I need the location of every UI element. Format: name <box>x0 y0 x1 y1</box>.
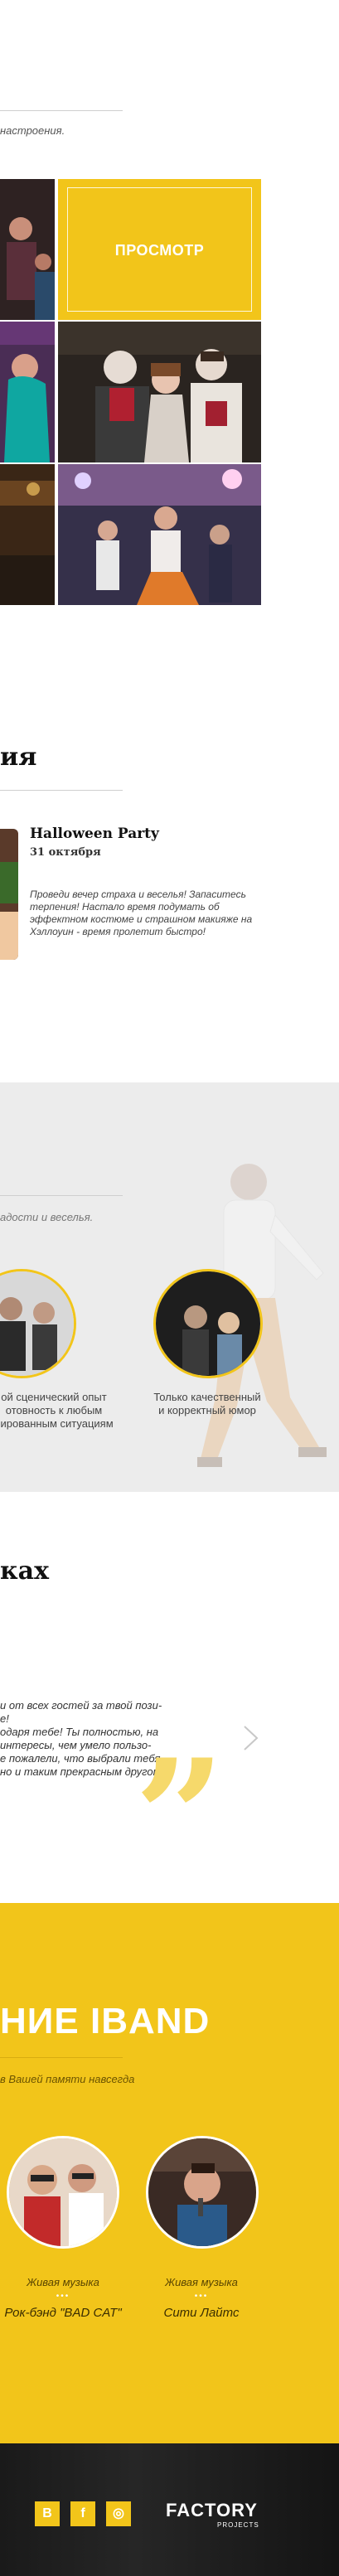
view-gallery-button[interactable]: ПРОСМОТР <box>58 179 261 320</box>
photo-bar-interior <box>0 464 55 605</box>
gallery-photo-1[interactable] <box>0 179 55 320</box>
feature-image-1 <box>0 1269 76 1378</box>
logo-main: FACTORY <box>166 2500 258 2520</box>
features-divider <box>0 1195 123 1196</box>
photo-halloween-event <box>0 829 18 960</box>
band-type-2: Живая музыка <box>165 2276 238 2288</box>
band-divider <box>0 2057 123 2058</box>
feature-caption-2: Только качественный и корректный юмор <box>153 1391 261 1416</box>
band-dots-2: ••• <box>194 2292 209 2301</box>
instagram-icon[interactable]: ◎ <box>106 2501 131 2526</box>
feature-caption-1: ой сценический опыт отовность к любым ни… <box>0 1391 114 1430</box>
photo-dancing-girl <box>0 322 55 462</box>
footer: B f ◎ FACTORY PROJECTS <box>0 2443 339 2576</box>
gallery-photo-3[interactable] <box>58 322 261 462</box>
gallery-photo-5[interactable] <box>58 464 261 605</box>
band-photo-1[interactable] <box>7 2136 119 2249</box>
features-tagline: адости и веселья. <box>0 1211 94 1223</box>
event-thumbnail[interactable] <box>0 829 18 960</box>
band-subtitle: в Вашей памяти навсегда <box>0 2073 135 2085</box>
events-title: ия <box>0 743 37 772</box>
events-divider <box>0 790 123 791</box>
event-title[interactable]: Halloween Party <box>30 826 159 842</box>
band-title: НИЕ IBAND <box>0 2001 211 2041</box>
gallery-photo-4[interactable] <box>0 464 55 605</box>
photo-zombie-couple <box>58 322 261 462</box>
event-date: 31 октября <box>30 846 101 859</box>
event-description: Проведи вечер страха и веселья! Запасите… <box>30 889 253 937</box>
photo-stage-performance <box>58 464 261 605</box>
facebook-icon[interactable]: f <box>70 2501 95 2526</box>
band-section: НИЕ IBAND в Вашей памяти навсегда Живая … <box>0 1903 339 2443</box>
logo-sub: PROJECTS <box>217 2521 259 2529</box>
intro-divider <box>0 110 123 111</box>
view-gallery-label: ПРОСМОТР <box>114 242 205 259</box>
features-section: адости и веселья. ой сценический опыт от… <box>0 1082 339 1492</box>
band-photo-2[interactable] <box>146 2136 259 2249</box>
gallery-photo-2[interactable] <box>0 322 55 462</box>
photo-party-guests <box>0 179 55 320</box>
quote-icon: ” <box>134 1725 225 1910</box>
intro-tagline: настроения. <box>0 124 65 137</box>
factory-logo[interactable]: FACTORY <box>166 2500 258 2521</box>
reviews-title: ках <box>0 1557 49 1586</box>
chevron-right-icon[interactable] <box>240 1724 260 1752</box>
feature-image-2 <box>153 1269 263 1378</box>
band-name-2[interactable]: Сити Лайтс <box>119 2306 284 2320</box>
vk-icon[interactable]: B <box>35 2501 60 2526</box>
